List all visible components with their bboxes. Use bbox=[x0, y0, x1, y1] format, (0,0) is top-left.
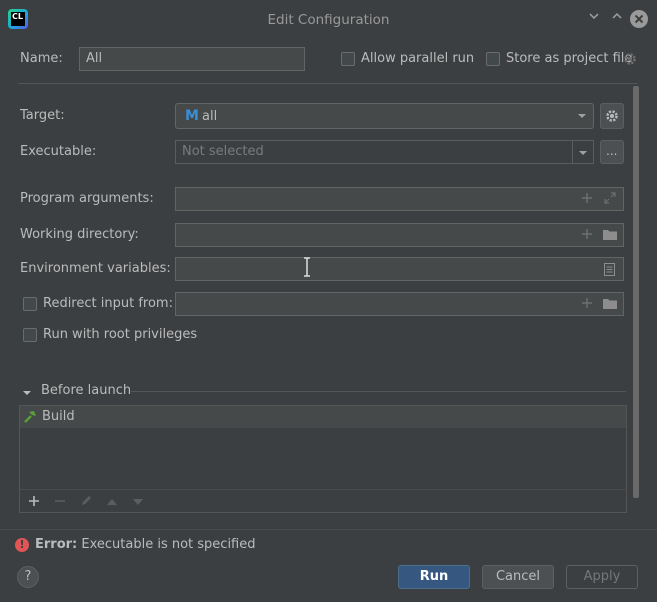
name-label: Name: bbox=[20, 51, 63, 66]
error-text: Executable is not specified bbox=[81, 537, 256, 552]
dropdown-arrow-icon bbox=[577, 110, 587, 125]
target-dropdown[interactable]: M all bbox=[175, 103, 594, 129]
executable-dropdown[interactable]: Not selected bbox=[175, 140, 594, 164]
move-down-icon bbox=[132, 496, 144, 511]
dropdown-divider bbox=[572, 141, 573, 163]
edit-icon bbox=[80, 494, 93, 511]
name-value: All bbox=[86, 51, 103, 66]
chevron-up-icon[interactable] bbox=[608, 10, 626, 28]
makefile-target-icon: M bbox=[185, 108, 199, 124]
toolbar-separator bbox=[20, 489, 626, 490]
error-icon: ! bbox=[15, 538, 29, 552]
add-icon[interactable] bbox=[581, 228, 593, 244]
gear-icon[interactable] bbox=[623, 52, 637, 70]
target-label: Target: bbox=[20, 108, 65, 123]
root-privileges-label: Run with root privileges bbox=[43, 327, 198, 342]
close-icon[interactable] bbox=[630, 10, 648, 28]
program-args-input[interactable] bbox=[175, 187, 624, 211]
working-dir-input[interactable] bbox=[175, 223, 624, 247]
before-launch-title: Before launch bbox=[41, 383, 132, 398]
run-button[interactable]: Run bbox=[398, 565, 470, 589]
apply-button[interactable]: Apply bbox=[566, 565, 638, 589]
top-separator bbox=[18, 83, 638, 84]
cancel-button[interactable]: Cancel bbox=[482, 565, 554, 589]
dropdown-arrow-icon bbox=[578, 147, 588, 162]
remove-icon bbox=[54, 495, 66, 511]
before-launch-separator bbox=[131, 391, 626, 392]
folder-icon[interactable] bbox=[602, 297, 618, 314]
browse-label: ... bbox=[606, 144, 618, 158]
executable-label: Executable: bbox=[20, 144, 97, 159]
root-privileges-checkbox[interactable] bbox=[23, 328, 37, 342]
allow-parallel-label: Allow parallel run bbox=[361, 51, 475, 66]
error-message: Error: Executable is not specified bbox=[35, 537, 256, 552]
error-prefix: Error: bbox=[35, 537, 78, 552]
text-cursor-icon bbox=[303, 257, 311, 281]
build-label: Build bbox=[42, 409, 75, 424]
help-button[interactable]: ? bbox=[17, 566, 39, 588]
target-settings-button[interactable] bbox=[600, 103, 624, 129]
chevron-down-icon[interactable] bbox=[585, 10, 603, 28]
add-icon[interactable] bbox=[581, 297, 593, 313]
move-up-icon bbox=[106, 496, 118, 511]
redirect-input-field[interactable] bbox=[175, 292, 624, 316]
footer-separator bbox=[0, 529, 657, 530]
add-icon[interactable] bbox=[581, 192, 593, 208]
before-launch-panel: Build bbox=[19, 405, 627, 513]
list-item[interactable]: Build bbox=[20, 406, 626, 428]
expand-icon[interactable] bbox=[604, 192, 616, 208]
env-vars-label: Environment variables: bbox=[20, 261, 171, 276]
hammer-icon bbox=[23, 410, 37, 428]
store-project-label: Store as project file bbox=[506, 51, 633, 66]
store-project-checkbox[interactable] bbox=[486, 52, 500, 66]
target-value: all bbox=[202, 109, 218, 124]
vertical-scrollbar[interactable] bbox=[633, 86, 639, 498]
window-title: Edit Configuration bbox=[267, 12, 390, 28]
folder-icon[interactable] bbox=[602, 228, 618, 245]
working-dir-label: Working directory: bbox=[20, 227, 139, 242]
gear-icon bbox=[605, 109, 619, 127]
program-args-label: Program arguments: bbox=[20, 191, 154, 206]
allow-parallel-checkbox[interactable] bbox=[341, 52, 355, 66]
redirect-input-label: Redirect input from: bbox=[43, 296, 173, 311]
add-icon[interactable] bbox=[28, 495, 40, 511]
browse-executable-button[interactable]: ... bbox=[600, 140, 624, 164]
redirect-input-checkbox[interactable] bbox=[23, 297, 37, 311]
env-vars-input[interactable] bbox=[175, 257, 624, 281]
executable-placeholder: Not selected bbox=[182, 144, 264, 159]
collapse-triangle-icon[interactable] bbox=[22, 387, 32, 402]
document-icon[interactable] bbox=[604, 263, 615, 280]
name-input[interactable]: All bbox=[79, 47, 305, 71]
